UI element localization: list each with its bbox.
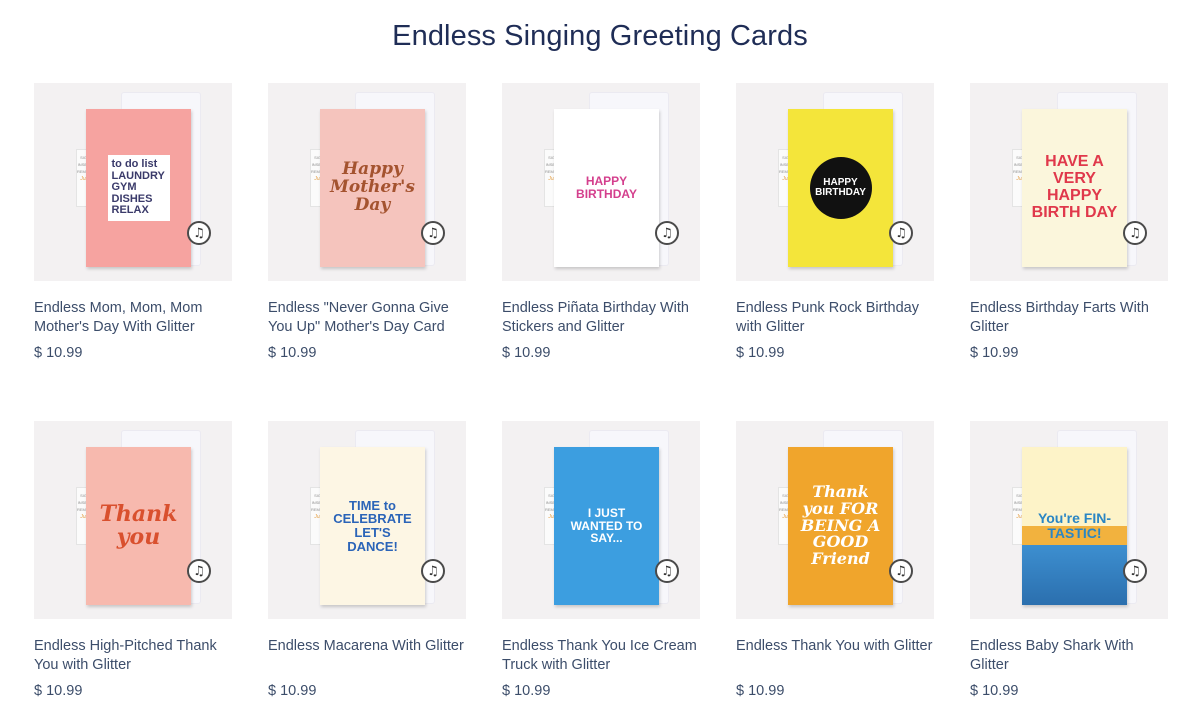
product-price: $ 10.99 [736,345,785,361]
card-text: Thank you [99,500,178,550]
product-price: $ 10.99 [34,345,83,361]
product-tile[interactable]: SIGNINSERTREMOVEJubi Thank you FOR BEING… [736,421,934,711]
music-note-icon[interactable]: ♫ [1123,221,1147,245]
product-image[interactable]: SIGNINSERTREMOVEJubi HAVE A VERY HAPPY B… [970,83,1168,281]
music-note-icon[interactable]: ♫ [421,559,445,583]
product-name[interactable]: Endless Thank You with Glitter [736,637,934,656]
product-price: $ 10.99 [268,345,317,361]
product-image[interactable]: SIGNINSERTREMOVEJubi Thank you ♫ [34,421,232,619]
product-tile[interactable]: SIGNINSERTREMOVEJubi Thank you ♫ Endless… [34,421,232,711]
product-name[interactable]: Endless Thank You Ice Cream Truck with G… [502,637,700,675]
product-tile[interactable]: SIGNINSERTREMOVEJubi HAPPY BIRTHDAY ♫ En… [502,83,700,373]
product-tile[interactable]: SIGNINSERTREMOVEJubi You're FIN-TASTIC! … [970,421,1168,711]
product-image[interactable]: SIGNINSERTREMOVEJubi HAPPY BIRTHDAY ♫ [736,83,934,281]
product-image[interactable]: SIGNINSERTREMOVEJubi Happy Mother's Day … [268,83,466,281]
greeting-card: I JUST WANTED TO SAY... [554,447,659,605]
product-name[interactable]: Endless "Never Gonna Give You Up" Mother… [268,299,466,337]
product-tile[interactable]: SIGNINSERTREMOVEJubi HAPPY BIRTHDAY ♫ En… [736,83,934,373]
greeting-card: Thank you FOR BEING A GOOD Friend [788,447,893,605]
product-price: $ 10.99 [34,683,83,699]
card-text: HAVE A VERY HAPPY BIRTH DAY [1031,153,1118,221]
product-name[interactable]: Endless Mom, Mom, Mom Mother's Day With … [34,299,232,337]
product-image[interactable]: SIGNINSERTREMOVEJubi TIME to CELEBRATE L… [268,421,466,619]
product-image[interactable]: SIGNINSERTREMOVEJubi You're FIN-TASTIC! … [970,421,1168,619]
product-name[interactable]: Endless Macarena With Glitter [268,637,466,656]
greeting-card: You're FIN-TASTIC! [1022,447,1127,605]
music-note-icon[interactable]: ♫ [889,221,913,245]
product-tile[interactable]: SIGNINSERTREMOVEJubi to do list LAUNDRY … [34,83,232,373]
music-note-icon[interactable]: ♫ [889,559,913,583]
product-name[interactable]: Endless High-Pitched Thank You with Glit… [34,637,232,675]
product-image[interactable]: SIGNINSERTREMOVEJubi to do list LAUNDRY … [34,83,232,281]
product-price: $ 10.99 [268,683,317,699]
music-note-icon[interactable]: ♫ [655,221,679,245]
product-image[interactable]: SIGNINSERTREMOVEJubi I JUST WANTED TO SA… [502,421,700,619]
product-price: $ 10.99 [502,683,551,699]
card-text: TIME to CELEBRATE LET'S DANCE! [333,497,412,554]
product-price: $ 10.99 [970,345,1019,361]
greeting-card: HAPPY BIRTHDAY [788,109,893,267]
music-note-icon[interactable]: ♫ [187,559,211,583]
product-tile[interactable]: SIGNINSERTREMOVEJubi I JUST WANTED TO SA… [502,421,700,711]
page-title: Endless Singing Greeting Cards [392,20,808,52]
product-tile[interactable]: SIGNINSERTREMOVEJubi TIME to CELEBRATE L… [268,421,466,711]
card-text: HAPPY BIRTHDAY [809,157,872,219]
music-note-icon[interactable]: ♫ [655,559,679,583]
product-name[interactable]: Endless Piñata Birthday With Stickers an… [502,299,700,337]
greeting-card: to do list LAUNDRY GYM DISHES RELAX [86,109,191,267]
product-name[interactable]: Endless Birthday Farts With Glitter [970,299,1168,337]
greeting-card: HAPPY BIRTHDAY [554,109,659,267]
greeting-card: HAVE A VERY HAPPY BIRTH DAY [1022,109,1127,267]
product-price: $ 10.99 [502,345,551,361]
product-name[interactable]: Endless Punk Rock Birthday with Glitter [736,299,934,337]
greeting-card: TIME to CELEBRATE LET'S DANCE! [320,447,425,605]
product-tile[interactable]: SIGNINSERTREMOVEJubi HAVE A VERY HAPPY B… [970,83,1168,373]
greeting-card: Happy Mother's Day [320,109,425,267]
product-price: $ 10.99 [736,683,785,699]
card-text: Thank you FOR BEING A GOOD Friend [800,482,881,569]
card-text: I JUST WANTED TO SAY... [570,506,643,546]
card-text: HAPPY BIRTHDAY [576,174,637,201]
music-note-icon[interactable]: ♫ [187,221,211,245]
music-note-icon[interactable]: ♫ [1123,559,1147,583]
greeting-card: Thank you [86,447,191,605]
music-note-icon[interactable]: ♫ [421,221,445,245]
product-name[interactable]: Endless Baby Shark With Glitter [970,637,1168,675]
product-image[interactable]: SIGNINSERTREMOVEJubi Thank you FOR BEING… [736,421,934,619]
product-price: $ 10.99 [970,683,1019,699]
product-tile[interactable]: SIGNINSERTREMOVEJubi Happy Mother's Day … [268,83,466,373]
card-text: Happy Mother's Day [330,159,415,215]
product-image[interactable]: SIGNINSERTREMOVEJubi HAPPY BIRTHDAY ♫ [502,83,700,281]
card-text: You're FIN-TASTIC! [1037,510,1112,541]
card-text: to do list LAUNDRY GYM DISHES RELAX [107,155,170,221]
